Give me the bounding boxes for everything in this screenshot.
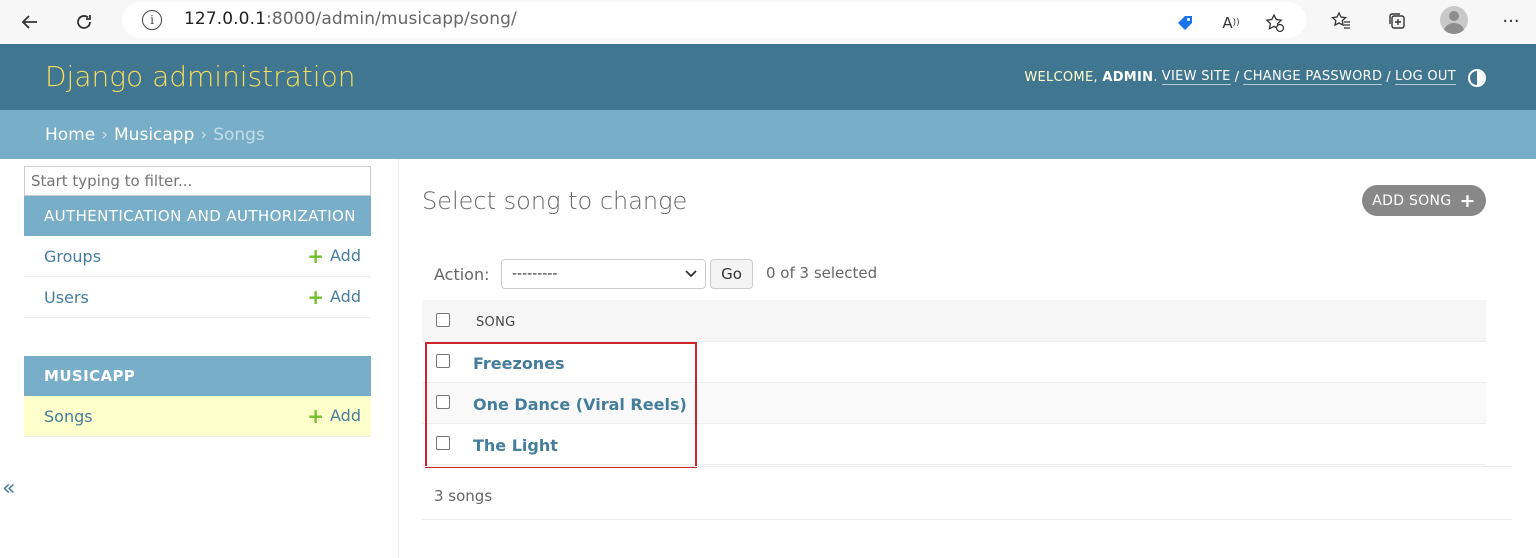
sidebar-item-users: Users + Add — [24, 277, 371, 318]
plus-icon: + — [307, 284, 325, 309]
log-out-link[interactable]: LOG OUT — [1394, 69, 1456, 85]
action-selected-value: --------- — [512, 266, 558, 282]
site-branding[interactable]: Django administration — [45, 60, 355, 93]
breadcrumb: Home › Musicapp › Songs — [0, 110, 1536, 159]
username: ADMIN — [1102, 69, 1154, 85]
welcome-text: WELCOME, — [1024, 69, 1098, 85]
add-label: Add — [330, 246, 361, 265]
url-text[interactable]: 127.0.0.1:8000/admin/musicapp/song/ — [184, 9, 517, 29]
plus-icon: + — [307, 403, 325, 428]
admin-header: Django administration WELCOME, ADMIN. VI… — [0, 44, 1536, 110]
change-password-link[interactable]: CHANGE PASSWORD — [1243, 69, 1383, 85]
plus-icon: + — [307, 243, 325, 268]
breadcrumb-current: Songs — [213, 124, 265, 145]
app-caption-musicapp[interactable]: MUSICAPP — [24, 356, 371, 396]
songs-add-link[interactable]: + Add — [307, 403, 361, 428]
read-aloud-icon[interactable]: A)) — [1218, 10, 1244, 36]
page-title: Select song to change — [422, 187, 688, 215]
browser-toolbar: i 127.0.0.1:8000/admin/musicapp/song/ A)… — [0, 0, 1536, 44]
breadcrumb-separator: › — [200, 124, 208, 145]
view-site-link[interactable]: VIEW SITE — [1161, 69, 1231, 85]
theme-toggle-icon[interactable] — [1468, 69, 1486, 87]
chevron-down-icon — [685, 264, 697, 288]
groups-link[interactable]: Groups — [44, 247, 101, 266]
groups-add-link[interactable]: + Add — [307, 243, 361, 268]
address-bar[interactable]: i 127.0.0.1:8000/admin/musicapp/song/ A)… — [122, 2, 1306, 38]
songs-link[interactable]: Songs — [44, 407, 93, 426]
more-menu-icon[interactable]: ··· — [1498, 8, 1524, 34]
go-button[interactable]: Go — [710, 259, 753, 289]
site-info-icon[interactable]: i — [142, 10, 162, 30]
user-tools: WELCOME, ADMIN. VIEW SITE / CHANGE PASSWO… — [1024, 69, 1456, 85]
collections-icon[interactable] — [1384, 8, 1410, 34]
favorites-icon[interactable] — [1328, 8, 1354, 34]
table-header: SONG — [422, 300, 1486, 342]
add-label: Add — [330, 406, 361, 425]
users-link[interactable]: Users — [44, 288, 89, 307]
users-add-link[interactable]: + Add — [307, 284, 361, 309]
breadcrumb-separator: › — [101, 124, 109, 145]
profile-avatar-icon[interactable] — [1440, 6, 1468, 34]
paginator: 3 songs — [422, 466, 1512, 520]
highlight-box — [425, 342, 697, 468]
select-all-checkbox[interactable] — [436, 313, 450, 327]
breadcrumb-home[interactable]: Home — [45, 125, 95, 145]
add-label: Add — [330, 287, 361, 306]
column-header-song[interactable]: SONG — [476, 315, 515, 330]
add-song-button[interactable]: ADD SONG + — [1362, 185, 1486, 216]
add-song-label: ADD SONG — [1372, 192, 1452, 209]
sidebar-item-songs: Songs + Add — [24, 396, 371, 437]
sidebar-divider — [398, 159, 399, 558]
nav-sidebar: AUTHENTICATION AND AUTHORIZATION Groups … — [24, 166, 371, 437]
actions-bar: Action: --------- Go 0 of 3 selected — [422, 254, 1486, 294]
collapse-sidebar-icon[interactable]: « — [2, 476, 15, 501]
plus-icon: + — [1459, 189, 1476, 212]
selection-counter: 0 of 3 selected — [766, 264, 878, 282]
breadcrumb-app[interactable]: Musicapp — [114, 125, 194, 145]
action-label: Action: — [434, 265, 490, 284]
action-select[interactable]: --------- — [501, 259, 706, 289]
sidebar-filter-input[interactable] — [24, 166, 371, 196]
refresh-icon[interactable] — [68, 6, 100, 38]
app-caption-auth[interactable]: AUTHENTICATION AND AUTHORIZATION — [24, 196, 371, 236]
add-favorite-icon[interactable] — [1262, 10, 1288, 36]
sidebar-item-groups: Groups + Add — [24, 236, 371, 277]
back-arrow-icon[interactable] — [14, 6, 46, 38]
price-tag-icon[interactable] — [1172, 10, 1198, 36]
